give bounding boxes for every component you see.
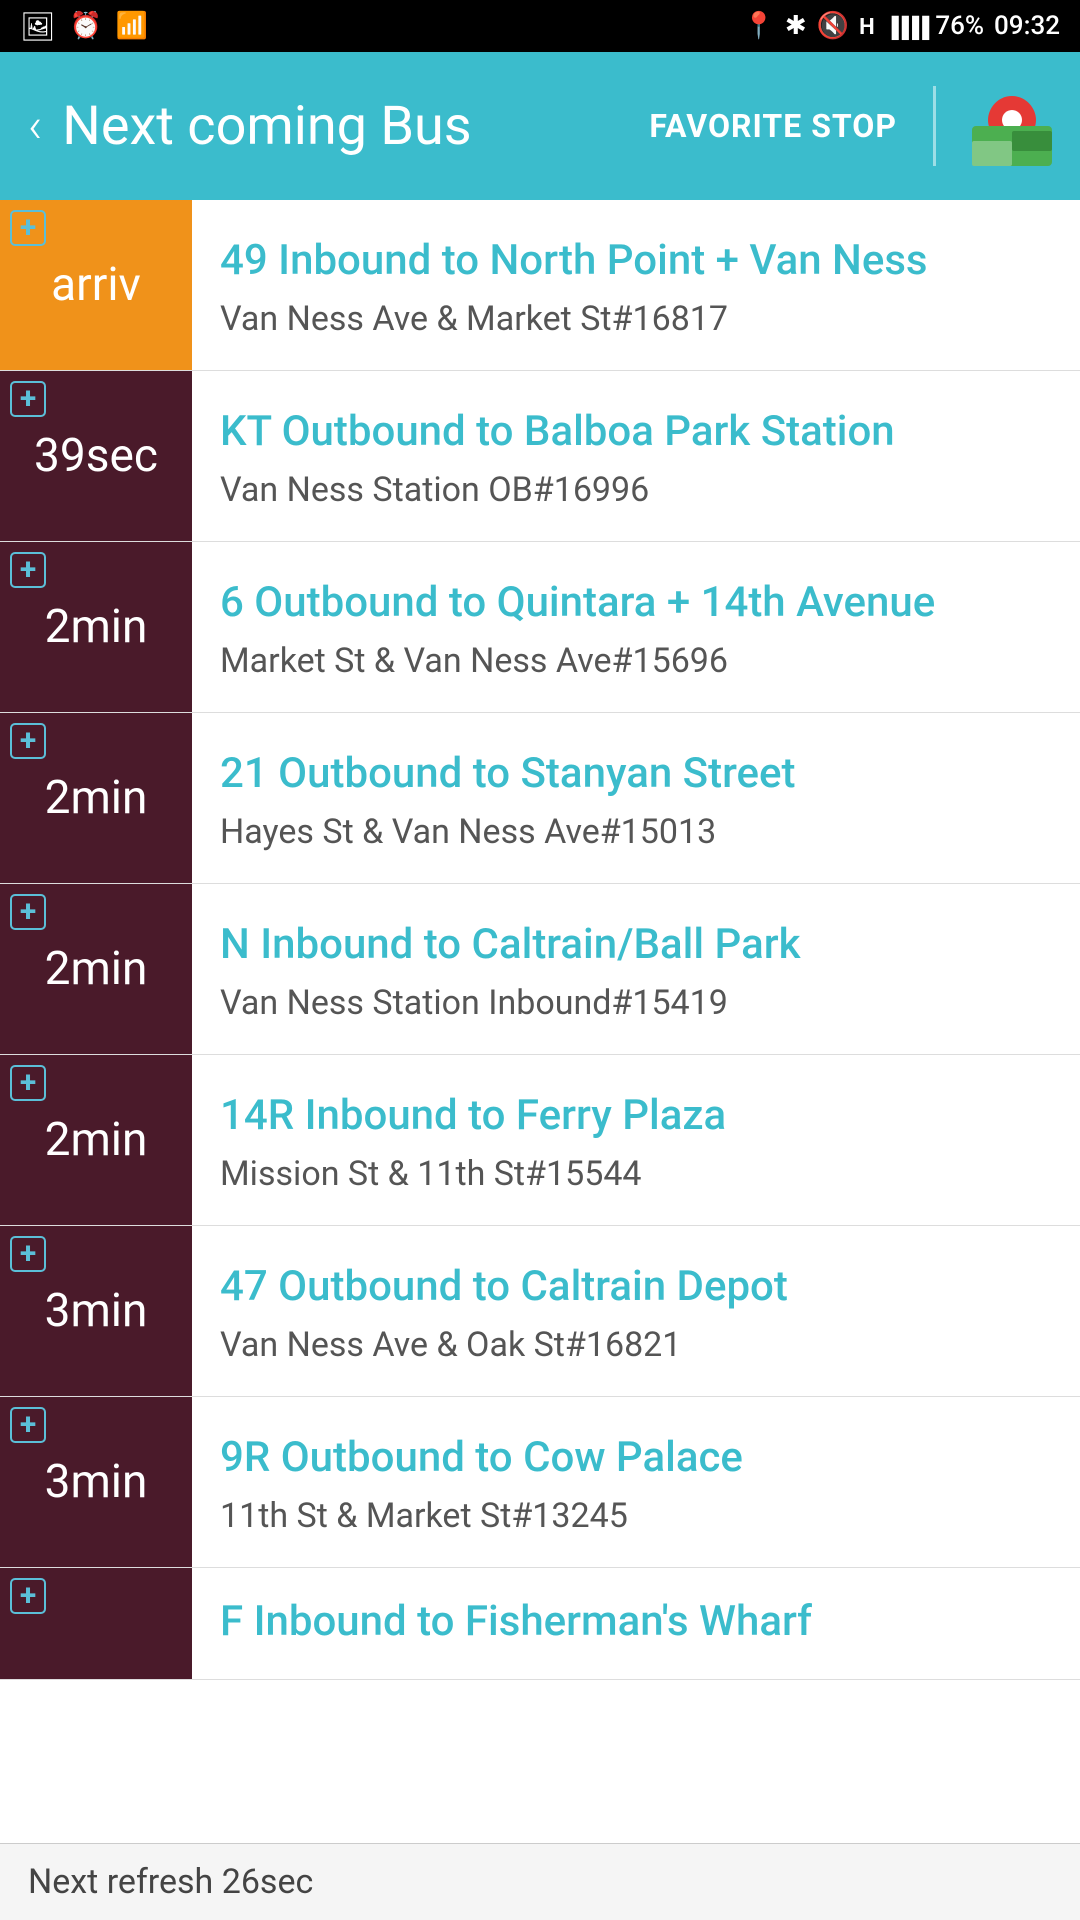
battery-text: 76% [935, 11, 984, 41]
top-bar: ‹ Next coming Bus FAVORITE STOP [0, 52, 1080, 200]
bus-info: N Inbound to Caltrain/Ball Park Van Ness… [192, 884, 1080, 1054]
bus-item: + 3min 9R Outbound to Cow Palace 11th St… [0, 1397, 1080, 1568]
bluetooth-icon [785, 11, 807, 41]
bus-stop-name: Van Ness Station OB#16996 [220, 470, 1056, 510]
divider [933, 86, 936, 166]
add-favorite-button[interactable]: + [10, 552, 46, 588]
page-title: Next coming Bus [62, 95, 629, 158]
bus-stop-name: Market St & Van Ness Ave#15696 [220, 641, 1056, 681]
status-bar: 76% 09:32 [0, 0, 1080, 52]
bus-item: + 2min 6 Outbound to Quintara + 14th Ave… [0, 542, 1080, 713]
add-favorite-button[interactable]: + [10, 210, 46, 246]
bus-time-box: + 2min [0, 884, 192, 1054]
bus-time-box: + 2min [0, 542, 192, 712]
favorite-stop-button[interactable]: FAVORITE STOP [649, 107, 897, 145]
h-icon [859, 11, 875, 41]
bus-stop-name: Van Ness Ave & Market St#16817 [220, 299, 1056, 339]
status-left-icons [20, 10, 148, 43]
bus-time-text: arriv [51, 258, 141, 312]
bus-time-text: 3min [45, 1284, 148, 1338]
status-right-icons: 76% 09:32 [743, 11, 1060, 41]
map-icon[interactable] [972, 86, 1052, 166]
location-icon [743, 11, 775, 41]
add-favorite-button[interactable]: + [10, 723, 46, 759]
bus-route-title: 6 Outbound to Quintara + 14th Avenue [220, 577, 1056, 630]
bus-time-box: + 39sec [0, 371, 192, 541]
signal-icon [885, 11, 926, 41]
bus-item: + 2min 21 Outbound to Stanyan Street Hay… [0, 713, 1080, 884]
bus-time-box: + 3min [0, 1397, 192, 1567]
bus-item: + F Inbound to Fisherman's Wharf [0, 1568, 1080, 1680]
time-text: 09:32 [994, 11, 1060, 41]
bus-route-title: F Inbound to Fisherman's Wharf [220, 1596, 1056, 1649]
bus-route-title: 9R Outbound to Cow Palace [220, 1432, 1056, 1485]
bus-list: + arriv 49 Inbound to North Point + Van … [0, 200, 1080, 1680]
bus-route-title: N Inbound to Caltrain/Ball Park [220, 919, 1056, 972]
bus-route-title: 21 Outbound to Stanyan Street [220, 748, 1056, 801]
bus-time-box: + 3min [0, 1226, 192, 1396]
bus-item: + 2min N Inbound to Caltrain/Ball Park V… [0, 884, 1080, 1055]
bus-info: KT Outbound to Balboa Park Station Van N… [192, 371, 1080, 541]
bus-time-text: 3min [45, 1455, 148, 1509]
bus-info: 21 Outbound to Stanyan Street Hayes St &… [192, 713, 1080, 883]
bus-time-text: 39sec [34, 429, 158, 483]
photo-icon [20, 10, 56, 43]
bus-time-text: 2min [45, 1113, 148, 1167]
bus-info: 49 Inbound to North Point + Van Ness Van… [192, 200, 1080, 370]
bus-item: + 3min 47 Outbound to Caltrain Depot Van… [0, 1226, 1080, 1397]
bus-time-text: 2min [45, 771, 148, 825]
bus-info: 6 Outbound to Quintara + 14th Avenue Mar… [192, 542, 1080, 712]
bus-time-text: 2min [45, 600, 148, 654]
add-favorite-button[interactable]: + [10, 1236, 46, 1272]
bus-stop-name: 11th St & Market St#13245 [220, 1496, 1056, 1536]
back-button[interactable]: ‹ [28, 102, 42, 150]
bus-info: 47 Outbound to Caltrain Depot Van Ness A… [192, 1226, 1080, 1396]
add-favorite-button[interactable]: + [10, 1578, 46, 1614]
bus-route-title: 47 Outbound to Caltrain Depot [220, 1261, 1056, 1314]
add-favorite-button[interactable]: + [10, 381, 46, 417]
bus-stop-name: Mission St & 11th St#15544 [220, 1154, 1056, 1194]
bus-item: + 2min 14R Inbound to Ferry Plaza Missio… [0, 1055, 1080, 1226]
wifi-icon [116, 11, 148, 41]
bus-time-box: + arriv [0, 200, 192, 370]
bus-item: + 39sec KT Outbound to Balboa Park Stati… [0, 371, 1080, 542]
add-favorite-button[interactable]: + [10, 894, 46, 930]
bus-info: F Inbound to Fisherman's Wharf [192, 1568, 1080, 1679]
refresh-bar: Next refresh 26sec [0, 1843, 1080, 1920]
bus-info: 14R Inbound to Ferry Plaza Mission St & … [192, 1055, 1080, 1225]
bus-time-box: + 2min [0, 1055, 192, 1225]
bus-stop-name: Van Ness Station Inbound#15419 [220, 983, 1056, 1023]
bus-route-title: KT Outbound to Balboa Park Station [220, 406, 1056, 459]
bus-time-box: + 2min [0, 713, 192, 883]
bus-time-text: 2min [45, 942, 148, 996]
add-favorite-button[interactable]: + [10, 1407, 46, 1443]
bus-route-title: 49 Inbound to North Point + Van Ness [220, 235, 1056, 288]
bus-stop-name: Hayes St & Van Ness Ave#15013 [220, 812, 1056, 852]
bus-time-box: + [0, 1568, 192, 1679]
bus-info: 9R Outbound to Cow Palace 11th St & Mark… [192, 1397, 1080, 1567]
alarm-icon [70, 11, 102, 41]
bus-item: + arriv 49 Inbound to North Point + Van … [0, 200, 1080, 371]
mute-icon [817, 11, 849, 41]
bus-stop-name: Van Ness Ave & Oak St#16821 [220, 1325, 1056, 1365]
refresh-text: Next refresh 26sec [28, 1862, 313, 1902]
bus-route-title: 14R Inbound to Ferry Plaza [220, 1090, 1056, 1143]
add-favorite-button[interactable]: + [10, 1065, 46, 1101]
